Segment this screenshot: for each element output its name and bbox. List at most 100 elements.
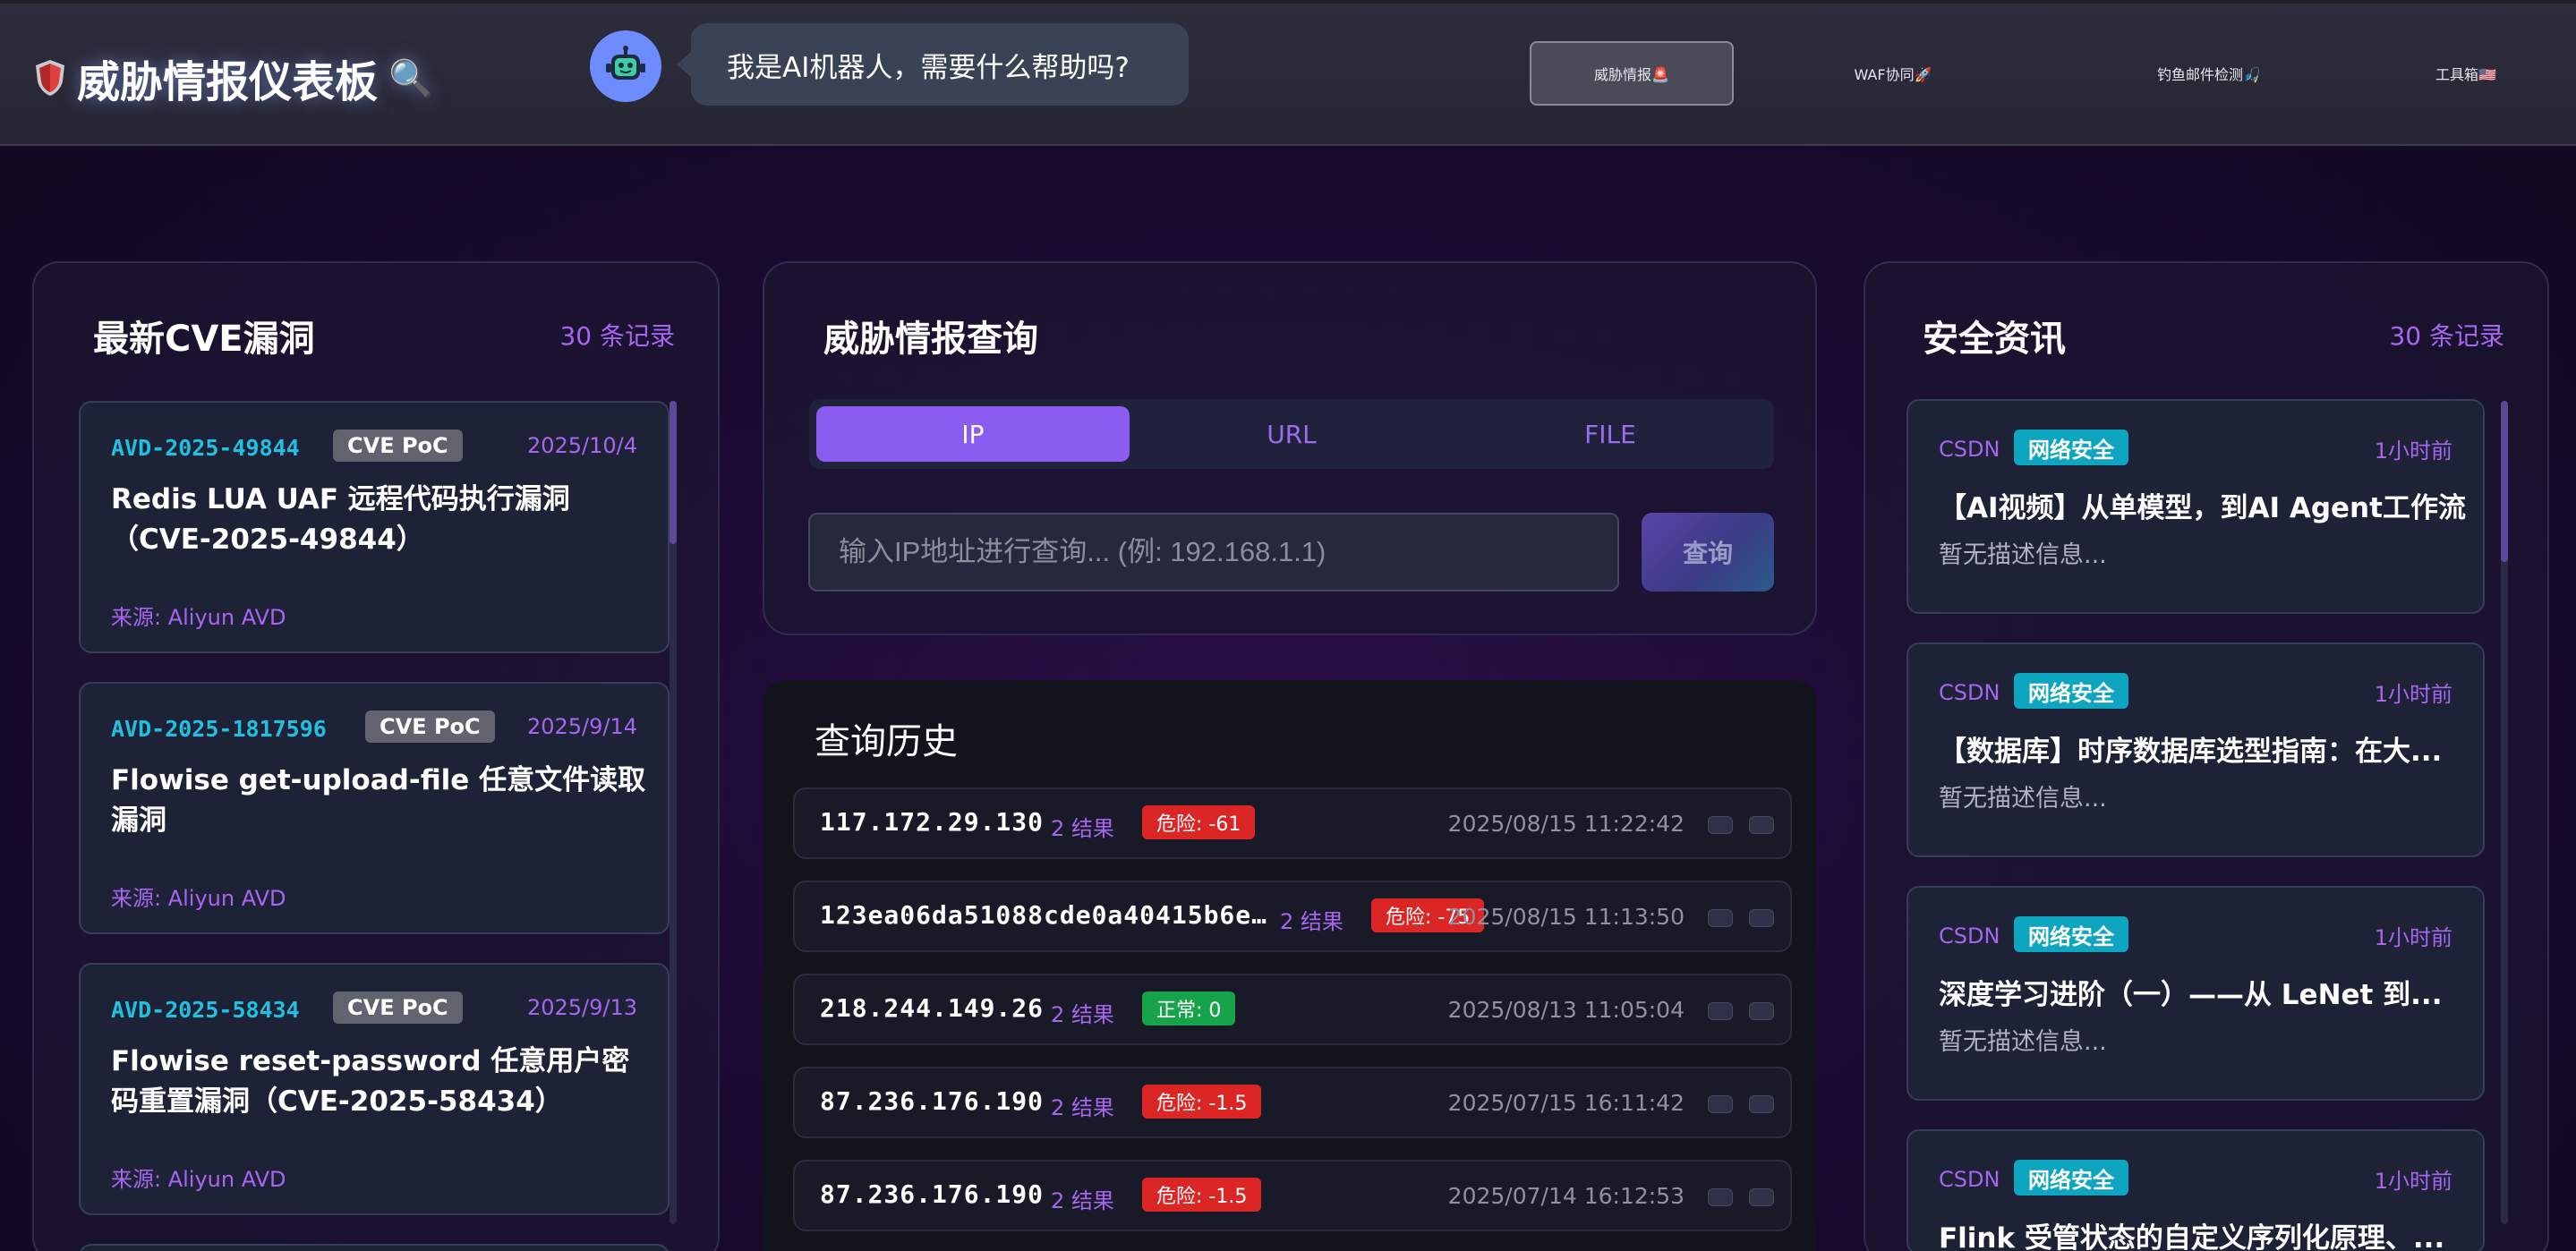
cve-source: 来源: Aliyun AVD <box>111 605 286 630</box>
news-source: CSDN <box>1939 1167 2000 1192</box>
delete-record-button[interactable] <box>1749 1095 1774 1113</box>
history-result-count: 2 结果 <box>1051 1002 1114 1027</box>
nav-waf[interactable]: WAF协同🚀 <box>1804 41 1983 106</box>
history-target: 218.244.149.26 <box>820 993 1045 1023</box>
cve-source: 来源: Aliyun AVD <box>111 1167 286 1192</box>
cve-card[interactable]: AVD-2025-58434 CVE PoC 2025/9/13 Flowise… <box>79 963 670 1215</box>
delete-record-button[interactable] <box>1749 816 1774 834</box>
cve-title: Flowise get-upload-file 任意文件读取漏洞 <box>111 764 646 837</box>
history-result-count: 2 结果 <box>1280 909 1343 934</box>
tab-ip[interactable]: IP <box>816 406 1130 462</box>
history-timestamp: 2025/07/14 16:12:53 <box>1447 1183 1685 1209</box>
news-time: 1小时前 <box>2374 438 2452 464</box>
history-target: 87.236.176.190 <box>820 1086 1045 1116</box>
cve-card[interactable] <box>79 1244 670 1251</box>
history-row[interactable]: 123ea06da51088cde0a40415b6e… 2 结果 危险: -7… <box>793 881 1792 952</box>
history-result-count: 2 结果 <box>1051 1188 1114 1213</box>
history-row[interactable]: 218.244.149.26 2 结果 正常: 0 2025/08/13 11:… <box>793 974 1792 1045</box>
risk-badge: 危险: -61 <box>1142 805 1256 839</box>
view-details-button[interactable] <box>1708 1002 1733 1020</box>
cve-poc-badge: CVE PoC <box>333 991 463 1024</box>
delete-record-button[interactable] <box>1749 909 1774 927</box>
cve-source: 来源: Aliyun AVD <box>111 886 286 911</box>
query-type-tabs: IP URL FILE <box>809 399 1774 469</box>
history-result-count: 2 结果 <box>1051 816 1114 841</box>
query-panel-title: 威胁情报查询 <box>823 319 1038 360</box>
tab-url[interactable]: URL <box>1135 406 1448 462</box>
ip-search-input[interactable] <box>808 513 1619 591</box>
history-target: 87.236.176.190 <box>820 1179 1045 1209</box>
history-timestamp: 2025/08/15 11:13:50 <box>1447 904 1685 930</box>
news-card[interactable]: CSDN 网络安全 1小时前 【AI视频】从单模型，到AI Agent工作流 暂… <box>1906 399 2485 614</box>
history-timestamp: 2025/07/15 16:11:42 <box>1447 1090 1685 1116</box>
cve-id: AVD-2025-58434 <box>111 997 300 1023</box>
history-row[interactable]: 87.236.176.190 2 结果 危险: -1.5 2025/07/14 … <box>793 1160 1792 1231</box>
news-scroll-thumb[interactable] <box>2501 401 2508 562</box>
news-description: 暂无描述信息... <box>1939 785 2107 813</box>
risk-badge: 危险: -1.5 <box>1142 1178 1262 1212</box>
news-scrollbar[interactable] <box>2501 401 2508 1224</box>
view-details-button[interactable] <box>1708 909 1733 927</box>
view-details-button[interactable] <box>1708 816 1733 834</box>
history-title: 查询历史 <box>815 721 958 762</box>
history-row[interactable]: 87.236.176.190 2 结果 危险: -1.5 2025/07/15 … <box>793 1067 1792 1138</box>
tab-file[interactable]: FILE <box>1454 406 1767 462</box>
risk-badge: 危险: -1.5 <box>1142 1085 1262 1119</box>
news-tag: 网络安全 <box>2014 430 2128 465</box>
cve-poc-badge: CVE PoC <box>333 430 463 462</box>
nav-toolbox[interactable]: 工具箱🇺🇸 <box>2399 41 2533 106</box>
history-target: 123ea06da51088cde0a40415b6e… <box>820 900 1268 930</box>
ai-bot-avatar[interactable] <box>590 30 661 102</box>
history-timestamp: 2025/08/13 11:05:04 <box>1447 997 1685 1023</box>
cve-title: Redis LUA UAF 远程代码执行漏洞（CVE-2025-49844） <box>111 483 570 556</box>
news-time: 1小时前 <box>2374 682 2452 707</box>
news-source: CSDN <box>1939 923 2000 949</box>
news-time: 1小时前 <box>2374 1169 2452 1194</box>
news-title: Flink 受管状态的自定义序列化原理、... <box>1939 1222 2445 1251</box>
news-description: 暂无描述信息... <box>1939 541 2107 569</box>
news-card[interactable]: CSDN 网络安全 1小时前 深度学习进阶（一）——从 LeNet 到... 暂… <box>1906 886 2485 1101</box>
news-card[interactable]: CSDN 网络安全 1小时前 【数据库】时序数据库选型指南：在大... 暂无描述… <box>1906 643 2485 857</box>
cve-panel: 最新CVE漏洞 30 条记录 AVD-2025-49844 CVE PoC 20… <box>32 261 720 1251</box>
cve-record-count: 30 条记录 <box>559 321 675 351</box>
risk-badge: 正常: 0 <box>1142 991 1236 1025</box>
news-tag: 网络安全 <box>2014 1160 2128 1196</box>
history-target: 117.172.29.130 <box>820 807 1045 837</box>
nav-threat-intel[interactable]: 威胁情报🚨 <box>1530 41 1734 106</box>
cve-scrollbar[interactable] <box>670 401 677 1224</box>
query-history-panel: 查询历史 117.172.29.130 2 结果 危险: -61 2025/08… <box>763 680 1817 1251</box>
shield-icon <box>34 58 66 98</box>
delete-record-button[interactable] <box>1749 1188 1774 1206</box>
cve-id: AVD-2025-1817596 <box>111 716 327 742</box>
ai-bot-message: 我是AI机器人，需要什么帮助吗? <box>677 23 1189 106</box>
view-details-button[interactable] <box>1708 1095 1733 1113</box>
news-tag: 网络安全 <box>2014 916 2128 952</box>
cve-scroll-thumb[interactable] <box>670 401 677 544</box>
news-record-count: 30 条记录 <box>2389 321 2504 351</box>
news-tag: 网络安全 <box>2014 673 2128 709</box>
news-source: CSDN <box>1939 437 2000 462</box>
news-panel-title: 安全资讯 <box>1923 319 2066 360</box>
news-description: 暂无描述信息... <box>1939 1028 2107 1056</box>
delete-record-button[interactable] <box>1749 1002 1774 1020</box>
robot-icon <box>606 46 645 80</box>
cve-date: 2025/10/4 <box>526 433 637 458</box>
top-bar: 威胁情报仪表板 🔍 我是AI机器人，需要什么帮助吗? 威胁情报🚨 WAF协同🚀 … <box>0 0 2576 146</box>
cve-poc-badge: CVE PoC <box>365 711 495 743</box>
news-title: 深度学习进阶（一）——从 LeNet 到... <box>1939 979 2443 1011</box>
query-button[interactable]: 查询 <box>1642 513 1774 591</box>
cve-id: AVD-2025-49844 <box>111 435 300 461</box>
app-logo: 威胁情报仪表板 🔍 <box>34 48 433 107</box>
cve-date: 2025/9/14 <box>526 714 637 739</box>
cve-card[interactable]: AVD-2025-49844 CVE PoC 2025/10/4 Redis L… <box>79 401 670 653</box>
news-source: CSDN <box>1939 680 2000 705</box>
news-time: 1小时前 <box>2374 925 2452 950</box>
app-title: 威胁情报仪表板 <box>77 57 379 107</box>
view-details-button[interactable] <box>1708 1188 1733 1206</box>
cve-title: Flowise reset-password 任意用户密码重置漏洞（CVE-20… <box>111 1045 630 1118</box>
cve-card[interactable]: AVD-2025-1817596 CVE PoC 2025/9/14 Flowi… <box>79 682 670 934</box>
history-row[interactable]: 117.172.29.130 2 结果 危险: -61 2025/08/15 1… <box>793 787 1792 859</box>
nav-phishing-detection[interactable]: 钓鱼邮件检测🎣 <box>2075 41 2343 106</box>
cve-date: 2025/9/13 <box>526 995 637 1020</box>
news-card[interactable]: CSDN 网络安全 1小时前 Flink 受管状态的自定义序列化原理、... <box>1906 1129 2485 1251</box>
